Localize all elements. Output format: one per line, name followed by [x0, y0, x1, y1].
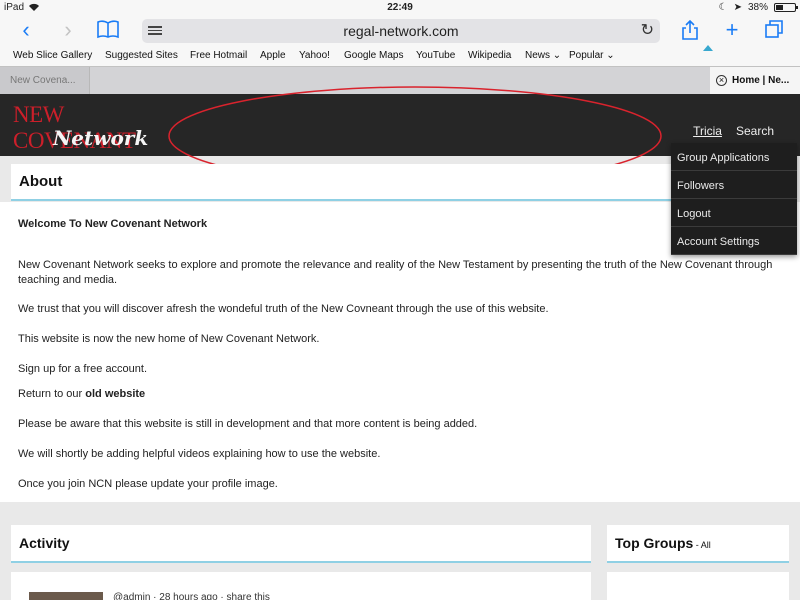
about-paragraph: Once you join NCN please update your pro… — [18, 478, 278, 490]
favorites-bar: Web Slice Gallery Suggested Sites Free H… — [0, 46, 800, 66]
return-text: Return to our — [18, 388, 86, 400]
user-dropdown-menu: Group Applications Followers Logout Acco… — [671, 143, 797, 255]
browser-toolbar: ‹ › regal-network.com ↻ + — [0, 16, 800, 46]
about-paragraph: Return to our old website — [18, 387, 145, 402]
status-bar: iPad 22:49 ☾ ➤ 38% — [0, 0, 800, 16]
back-button[interactable]: ‹ — [14, 19, 38, 43]
search-link[interactable]: Search — [736, 124, 774, 138]
bookmark-item[interactable]: Suggested Sites — [105, 50, 178, 61]
about-paragraph: Please be aware that this website is sti… — [18, 418, 478, 430]
new-tab-button[interactable]: + — [720, 19, 744, 43]
top-groups-heading: Top Groups - All — [607, 525, 789, 563]
location-arrow-icon: ➤ — [733, 2, 742, 13]
header-nav: Tricia Search — [693, 124, 774, 138]
battery-percent: 38% — [747, 2, 768, 13]
menu-item-followers[interactable]: Followers — [671, 171, 797, 199]
bookmark-item[interactable]: Web Slice Gallery — [13, 50, 92, 61]
tab-home-label: Home | Ne... — [732, 75, 790, 86]
share-icon[interactable] — [678, 19, 702, 43]
address-bar[interactable]: regal-network.com ↻ — [142, 19, 660, 43]
bookmark-item[interactable]: Yahoo! — [299, 50, 330, 61]
battery-icon — [774, 3, 798, 12]
bookmark-folder-news[interactable]: News ⌄ — [525, 50, 561, 61]
activity-feed: @admin · 28 hours ago · share this — [11, 572, 591, 600]
about-paragraph: Sign up for a free account. — [18, 363, 148, 375]
avatar[interactable] — [29, 592, 103, 600]
bookmark-folder-popular[interactable]: Popular ⌄ — [569, 50, 615, 61]
old-website-link[interactable]: old website — [85, 388, 145, 400]
about-paragraph: New Covenant Network seeks to explore an… — [18, 259, 773, 286]
activity-meta: @admin · 28 hours ago · share this — [113, 592, 270, 600]
menu-item-account-settings[interactable]: Account Settings — [671, 227, 797, 255]
about-paragraph: This website is now the new home of New … — [18, 333, 320, 345]
welcome-heading: Welcome To New Covenant Network — [18, 218, 208, 230]
menu-caret-icon — [703, 45, 713, 51]
tabs-overview-icon[interactable] — [762, 19, 786, 43]
about-paragraph: We will shortly be adding helpful videos… — [18, 448, 381, 460]
top-groups-title: Top Groups — [615, 535, 694, 551]
menu-item-logout[interactable]: Logout — [671, 199, 797, 227]
bookmark-item[interactable]: Google Maps — [344, 50, 403, 61]
reload-icon[interactable]: ↻ — [641, 20, 654, 40]
bookmarks-book-icon[interactable] — [96, 19, 120, 43]
url-text: regal-network.com — [343, 23, 459, 39]
bookmark-item[interactable]: YouTube — [416, 50, 455, 61]
clock: 22:49 — [387, 2, 413, 13]
bookmark-item[interactable]: Apple — [260, 50, 286, 61]
about-paragraph: We trust that you will discover afresh t… — [18, 303, 549, 315]
logo-line2: Network — [53, 126, 149, 150]
user-menu-link[interactable]: Tricia — [693, 124, 722, 138]
moon-icon: ☾ — [718, 2, 728, 13]
tab-home[interactable]: × Home | Ne... — [710, 67, 800, 94]
about-heading: About — [11, 164, 671, 201]
all-groups-link[interactable]: - All — [693, 540, 711, 550]
close-tab-icon[interactable]: × — [716, 75, 727, 86]
site-logo[interactable]: NEW COVENANT Network — [13, 102, 163, 153]
top-groups-list — [607, 572, 789, 600]
menu-item-group-applications[interactable]: Group Applications — [671, 143, 797, 171]
tab-new-covenant[interactable]: New Covena... — [0, 67, 90, 94]
bookmark-item[interactable]: Wikipedia — [468, 50, 511, 61]
bookmark-item[interactable]: Free Hotmail — [190, 50, 247, 61]
activity-heading: Activity — [11, 525, 591, 563]
forward-button[interactable]: › — [56, 19, 80, 43]
